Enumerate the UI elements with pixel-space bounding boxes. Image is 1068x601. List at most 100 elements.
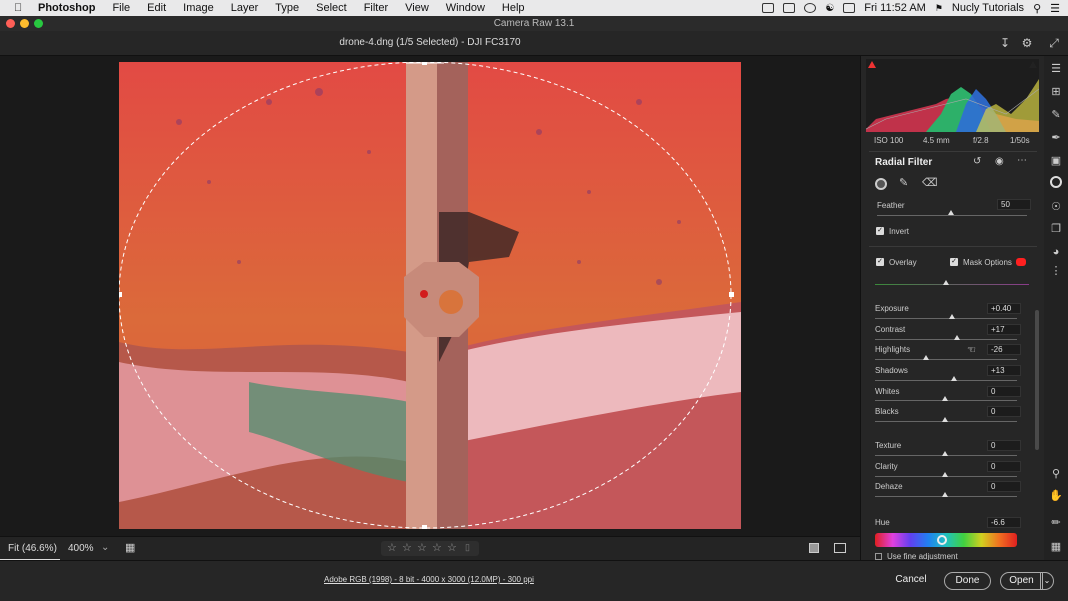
photo-preview[interactable]	[119, 62, 741, 529]
contrast-slider-thumb[interactable]	[954, 335, 960, 340]
blacks-value[interactable]: 0	[987, 406, 1021, 417]
screen-record-icon[interactable]	[762, 3, 775, 13]
eye-icon[interactable]: ◉	[995, 156, 1004, 167]
menu-app-name[interactable]: Photoshop	[38, 2, 95, 14]
radial-filter-tool-icon[interactable]	[1050, 176, 1062, 188]
contrast-slider-track[interactable]	[875, 339, 1017, 340]
trash-icon[interactable]: ▯	[465, 542, 470, 553]
snapshots-icon[interactable]: ❐	[1049, 222, 1063, 236]
tint-slider-thumb[interactable]	[943, 280, 949, 285]
menu-layer[interactable]: Layer	[231, 2, 259, 14]
crop-icon[interactable]: ⊞	[1049, 85, 1063, 99]
highlights-value[interactable]: -26	[987, 344, 1021, 355]
control-center-icon[interactable]: ☰	[1050, 2, 1060, 15]
brush-icon[interactable]: ✎	[899, 176, 908, 189]
star-1-icon[interactable]: ☆	[387, 541, 397, 554]
display-icon[interactable]	[843, 3, 856, 13]
zoom-fit-option[interactable]: Fit (46.6%)	[8, 543, 57, 554]
menu-view[interactable]: View	[405, 2, 429, 14]
more-tools-icon[interactable]: ⋮	[1049, 264, 1063, 278]
close-window-icon[interactable]	[6, 19, 15, 28]
overlay-checkbox[interactable]: ✓	[876, 258, 884, 266]
workflow-options-link[interactable]: Adobe RGB (1998) - 8 bit - 4000 x 3000 (…	[324, 575, 534, 584]
zoom-chevron-down-icon[interactable]: ⌄	[101, 542, 109, 553]
before-after-icon[interactable]	[834, 543, 846, 553]
star-5-icon[interactable]: ☆	[447, 541, 457, 554]
more-options-icon[interactable]: ⋯	[1017, 155, 1027, 166]
settings-gear-icon[interactable]: ⚙	[1020, 36, 1034, 50]
clarity-value[interactable]: 0	[987, 461, 1021, 472]
radial-handle-right[interactable]	[729, 292, 734, 297]
apple-icon[interactable]: 	[14, 2, 28, 14]
radial-handle-left[interactable]	[119, 292, 122, 297]
healing-brush-icon[interactable]: ✎	[1049, 108, 1063, 122]
cancel-button[interactable]: Cancel	[884, 572, 938, 590]
fullscreen-icon[interactable]: ⤢	[1047, 36, 1061, 50]
presets-icon[interactable]: ◕	[1049, 245, 1063, 259]
zoom-tool-icon[interactable]: ⚲	[1049, 467, 1063, 481]
clock[interactable]: Fri 11:52 AM	[864, 2, 926, 14]
spotlight-icon[interactable]: ⚲	[1033, 2, 1041, 15]
texture-value[interactable]: 0	[987, 440, 1021, 451]
adjustment-brush-icon[interactable]: ✒	[1049, 131, 1063, 145]
highlight-clip-warning-icon[interactable]	[1029, 61, 1037, 68]
hand-tool-icon[interactable]: ✋	[1049, 489, 1063, 503]
texture-slider-thumb[interactable]	[942, 451, 948, 456]
star-2-icon[interactable]: ☆	[402, 541, 412, 554]
reset-icon[interactable]: ↺	[973, 156, 981, 167]
done-button[interactable]: Done	[944, 572, 991, 590]
highlights-slider-track[interactable]	[875, 359, 1017, 360]
tint-slider-track[interactable]	[875, 284, 1029, 285]
mask-color-swatch[interactable]	[1016, 258, 1026, 266]
highlights-slider-thumb[interactable]	[923, 355, 929, 360]
open-button[interactable]: Open	[1000, 572, 1043, 590]
single-view-icon[interactable]	[809, 543, 819, 553]
minimize-window-icon[interactable]	[20, 19, 29, 28]
shadows-value[interactable]: +13	[987, 365, 1021, 376]
filmstrip-icon[interactable]: ▦	[125, 541, 135, 554]
menu-edit[interactable]: Edit	[147, 2, 166, 14]
feather-slider-track[interactable]	[877, 215, 1027, 216]
feather-value[interactable]: 50	[997, 199, 1031, 210]
blacks-slider-thumb[interactable]	[942, 417, 948, 422]
menu-window[interactable]: Window	[446, 2, 485, 14]
red-eye-icon[interactable]: ☉	[1049, 200, 1063, 214]
hue-value[interactable]: -6.6	[987, 517, 1021, 528]
radial-handle-bottom[interactable]	[422, 525, 427, 529]
creative-cloud-icon[interactable]	[804, 3, 817, 13]
menu-file[interactable]: File	[112, 2, 130, 14]
calendar-icon[interactable]	[783, 3, 796, 13]
graduated-filter-icon[interactable]: ▣	[1049, 154, 1063, 168]
radial-handle-top[interactable]	[422, 62, 427, 65]
whites-slider-thumb[interactable]	[942, 396, 948, 401]
color-sampler-icon[interactable]: ✏	[1049, 516, 1063, 530]
grid-overlay-icon[interactable]: ▦	[1049, 540, 1063, 554]
image-canvas[interactable]	[0, 56, 860, 536]
user-name[interactable]: Nucly Tutorials	[952, 2, 1024, 14]
feather-slider-thumb[interactable]	[948, 210, 954, 215]
shadows-slider-track[interactable]	[875, 380, 1017, 381]
mask-options-checkbox[interactable]: ✓	[950, 258, 958, 266]
star-4-icon[interactable]: ☆	[432, 541, 442, 554]
clarity-slider-thumb[interactable]	[942, 472, 948, 477]
menu-image[interactable]: Image	[183, 2, 214, 14]
flag-icon[interactable]: ⚑	[935, 3, 943, 14]
menu-help[interactable]: Help	[502, 2, 525, 14]
panel-scrollbar[interactable]	[1035, 310, 1039, 450]
exposure-value[interactable]: +0.40	[987, 303, 1021, 314]
shadow-clip-warning-icon[interactable]	[868, 61, 876, 68]
exposure-slider-thumb[interactable]	[949, 314, 955, 319]
invert-checkbox[interactable]: ✓	[876, 227, 884, 235]
menu-type[interactable]: Type	[275, 2, 299, 14]
hue-slider-knob[interactable]	[937, 535, 947, 545]
save-image-icon[interactable]: ↧	[998, 36, 1012, 50]
contrast-value[interactable]: +17	[987, 324, 1021, 335]
wifi-icon[interactable]: ☯	[825, 3, 834, 14]
exposure-slider-track[interactable]	[875, 318, 1017, 319]
eraser-icon[interactable]: ⌫	[922, 176, 938, 189]
menu-select[interactable]: Select	[316, 2, 347, 14]
zoom-window-icon[interactable]	[34, 19, 43, 28]
star-3-icon[interactable]: ☆	[417, 541, 427, 554]
whites-value[interactable]: 0	[987, 386, 1021, 397]
dehaze-slider-thumb[interactable]	[942, 492, 948, 497]
